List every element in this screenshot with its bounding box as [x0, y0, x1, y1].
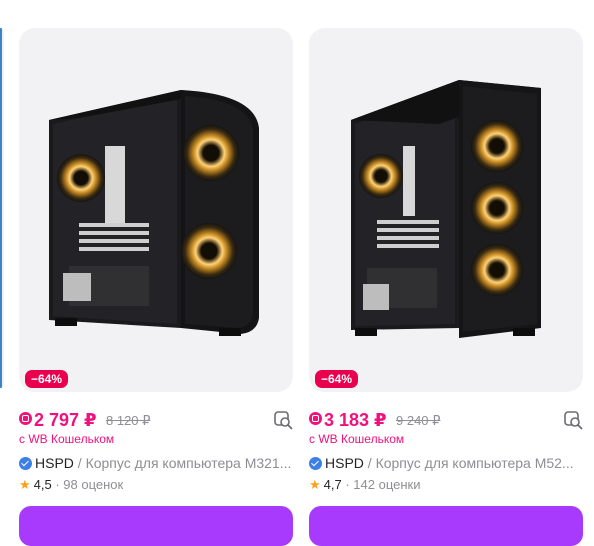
current-price: 2 797 ₽: [34, 410, 97, 430]
add-to-cart-button[interactable]: [19, 506, 293, 546]
old-price: 9 240 ₽: [396, 413, 441, 428]
discount-badge: −64%: [315, 370, 359, 388]
product-image[interactable]: −64%: [309, 28, 583, 392]
current-price: 3 183 ₽: [324, 410, 387, 430]
product-name: Корпус для компьютера M321...: [85, 455, 292, 471]
find-similar-icon[interactable]: [273, 410, 293, 430]
previous-card-edge[interactable]: [0, 28, 4, 388]
old-price: 8 120 ₽: [106, 413, 151, 428]
product-image[interactable]: −64%: [19, 28, 293, 392]
title-separator: /: [363, 455, 376, 471]
rating-row: ★ 4,5 · 98 оценок: [19, 477, 123, 493]
product-card[interactable]: −64% 2 797 ₽ 8 120 ₽ с WB Кошельком HSPD…: [19, 28, 293, 546]
product-name: Корпус для компьютера M52...: [375, 455, 574, 471]
add-to-cart-button[interactable]: [309, 506, 583, 546]
brand-name: HSPD: [35, 455, 74, 471]
rating-row: ★ 4,7 · 142 оценки: [309, 477, 420, 493]
rating-value: 4,5: [33, 477, 52, 492]
wallet-icon: [309, 412, 322, 425]
pc-case-image: [351, 80, 541, 338]
brand-name: HSPD: [325, 455, 364, 471]
verified-check-icon: [19, 457, 32, 470]
verified-check-icon: [309, 457, 322, 470]
pc-case-image: [49, 90, 259, 336]
star-icon: ★: [309, 477, 321, 492]
star-icon: ★: [19, 477, 31, 492]
reviews-count: · 142 оценки: [341, 477, 421, 492]
find-similar-icon[interactable]: [563, 410, 583, 430]
product-card[interactable]: −64% 3 183 ₽ 9 240 ₽ с WB Кошельком HSPD…: [309, 28, 583, 546]
price-row: 2 797 ₽ 8 120 ₽: [19, 409, 293, 431]
price-row: 3 183 ₽ 9 240 ₽: [309, 409, 583, 431]
product-title[interactable]: HSPD / Корпус для компьютера M52...: [309, 454, 583, 472]
product-title[interactable]: HSPD / Корпус для компьютера M321...: [19, 454, 293, 472]
title-separator: /: [73, 455, 86, 471]
wallet-price-label: с WB Кошельком: [309, 432, 405, 446]
discount-badge: −64%: [25, 370, 69, 388]
wallet-icon: [19, 412, 32, 425]
wallet-price-label: с WB Кошельком: [19, 432, 115, 446]
rating-value: 4,7: [323, 477, 342, 492]
reviews-count: · 98 оценок: [51, 477, 124, 492]
